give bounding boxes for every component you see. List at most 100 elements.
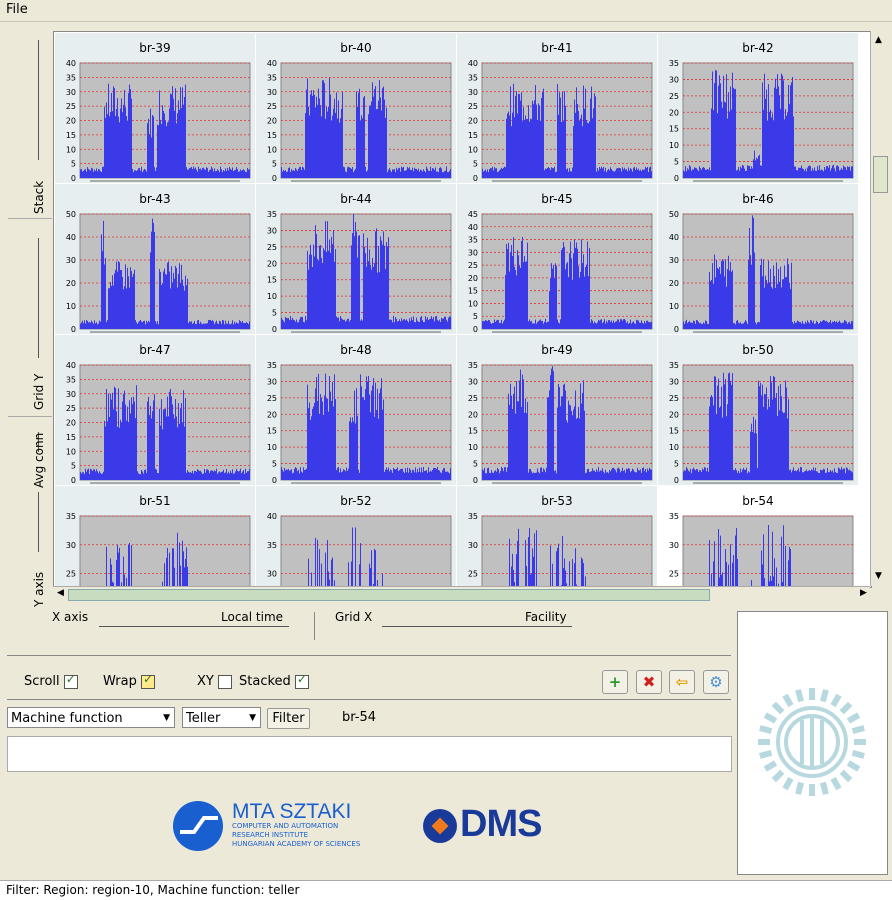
chart-cell[interactable]: br-41 0 5 10 15 20 25 30 35 40 [457, 33, 657, 183]
data-bar [605, 323, 606, 329]
horizontal-scrollbar[interactable]: ◀ ▶ [53, 586, 870, 602]
chart-cell[interactable]: br-50 0 5 10 15 20 25 30 35 [658, 335, 858, 485]
data-bar [115, 116, 116, 178]
data-bar [301, 170, 302, 178]
chart-cell[interactable]: br-52 20 25 30 35 40 [256, 486, 456, 587]
data-bar [725, 102, 726, 178]
xy-option[interactable]: XY [197, 674, 232, 689]
data-bar [374, 548, 375, 587]
wrap-option[interactable]: Wrap [103, 672, 155, 689]
data-bar [300, 317, 301, 329]
chart-cell[interactable]: br-39 0 5 10 15 20 25 30 35 40 [55, 33, 255, 183]
data-bar [691, 170, 692, 178]
stack-slider-line[interactable] [38, 40, 39, 160]
data-bar [731, 109, 732, 178]
data-bar [737, 320, 738, 329]
mini-chart: 0510152025303540 [468, 59, 653, 183]
filter-button[interactable]: Filter [267, 708, 310, 729]
scroll-down-icon[interactable]: ▼ [875, 571, 882, 581]
scroll-option[interactable]: Scroll [24, 672, 78, 689]
data-bar [506, 118, 507, 178]
data-bar [638, 168, 639, 178]
data-bar [130, 89, 131, 178]
chart-cell[interactable]: br-51 15 20 25 30 35 [55, 486, 255, 587]
data-bar [142, 322, 143, 329]
scroll-left-icon[interactable]: ◀ [57, 588, 64, 598]
data-bar [163, 409, 164, 480]
y-axis-line[interactable] [38, 492, 39, 552]
data-bar [409, 318, 410, 329]
data-bar [704, 467, 705, 480]
scroll-checkbox[interactable] [63, 672, 78, 689]
data-bar [450, 316, 451, 329]
menu-file[interactable]: File [6, 2, 28, 17]
data-bar [339, 321, 340, 329]
data-bar [776, 89, 777, 178]
data-bar [828, 167, 829, 178]
data-bar [483, 321, 484, 329]
stacked-checkbox[interactable] [294, 672, 309, 689]
data-bar [613, 320, 614, 329]
chart-cell[interactable]: br-46 0 10 20 30 40 50 [658, 184, 858, 334]
data-bar [648, 172, 649, 178]
data-bar [790, 549, 791, 587]
chart-cell[interactable]: br-53 15 20 25 30 35 [457, 486, 657, 587]
data-bar [133, 396, 134, 480]
x-axis-slider[interactable] [99, 626, 289, 627]
horizontal-scroll-thumb[interactable] [68, 589, 710, 601]
chart-cell[interactable]: br-54 15 20 25 30 35 [658, 486, 858, 587]
data-bar [686, 467, 687, 480]
vertical-scrollbar[interactable]: ▲ ▼ [870, 31, 889, 586]
grid-y-slider-line[interactable] [38, 238, 39, 358]
filter-text-field[interactable] [7, 736, 732, 772]
scroll-right-icon[interactable]: ▶ [860, 588, 867, 598]
data-bar [575, 112, 576, 178]
data-bar [111, 399, 112, 480]
wrap-label: Wrap [103, 674, 137, 689]
stacked-option[interactable]: Stacked [239, 672, 309, 689]
vertical-scroll-thumb[interactable] [873, 156, 888, 193]
x-axis-value[interactable]: Local time [221, 610, 283, 624]
sztaki-sub-1: COMPUTER AND AUTOMATION [232, 822, 339, 830]
data-bar [745, 320, 746, 329]
data-bar [192, 169, 193, 178]
xy-checkbox[interactable] [218, 674, 232, 689]
data-bar [299, 473, 300, 480]
chart-cell[interactable]: br-40 0 5 10 15 20 25 30 35 40 [256, 33, 456, 183]
data-bar [806, 323, 807, 329]
chart-cell[interactable]: br-42 0 5 10 15 20 25 30 35 [658, 33, 858, 183]
data-bar [834, 320, 835, 329]
y-tick-label: 15 [267, 276, 277, 285]
chart-cell[interactable]: br-45 0 5 10 15 20 25 30 35 40 45 [457, 184, 657, 334]
scroll-label: Scroll [24, 674, 60, 689]
data-bar [403, 166, 404, 178]
function-select[interactable]: Machine function ▼ [7, 707, 175, 728]
grid-x-value[interactable]: Facility [525, 610, 567, 624]
add-button[interactable]: + [602, 670, 628, 694]
chart-cell[interactable]: br-48 0 5 10 15 20 25 30 35 [256, 335, 456, 485]
scroll-up-icon[interactable]: ▲ [875, 35, 882, 45]
data-bar [697, 469, 698, 480]
grid-x-slider[interactable] [382, 626, 572, 627]
chart-cell[interactable]: br-47 0 5 10 15 20 25 30 35 40 [55, 335, 255, 485]
data-bar [489, 472, 490, 480]
settings-button[interactable]: ⚙ [703, 670, 729, 694]
back-button[interactable]: ⇦ [669, 670, 695, 694]
data-bar [709, 406, 710, 480]
data-bar [241, 322, 242, 329]
chart-cell[interactable]: br-49 0 5 10 15 20 25 30 35 [457, 335, 657, 485]
type-select[interactable]: Teller ▼ [182, 707, 261, 728]
data-bar [832, 165, 833, 178]
chart-cell[interactable]: br-43 0 10 20 30 40 50 [55, 184, 255, 334]
data-bar [790, 288, 791, 329]
data-bar [631, 470, 632, 480]
data-bar [615, 470, 616, 480]
chart-cell[interactable]: br-44 0 5 10 15 20 25 30 35 [256, 184, 456, 334]
data-bar [540, 319, 541, 329]
data-bar [445, 316, 446, 329]
wrap-checkbox[interactable] [140, 672, 155, 689]
delete-button[interactable]: ✖ [636, 670, 662, 694]
data-bar [357, 106, 358, 178]
data-bar [646, 320, 647, 329]
data-bar [688, 470, 689, 480]
